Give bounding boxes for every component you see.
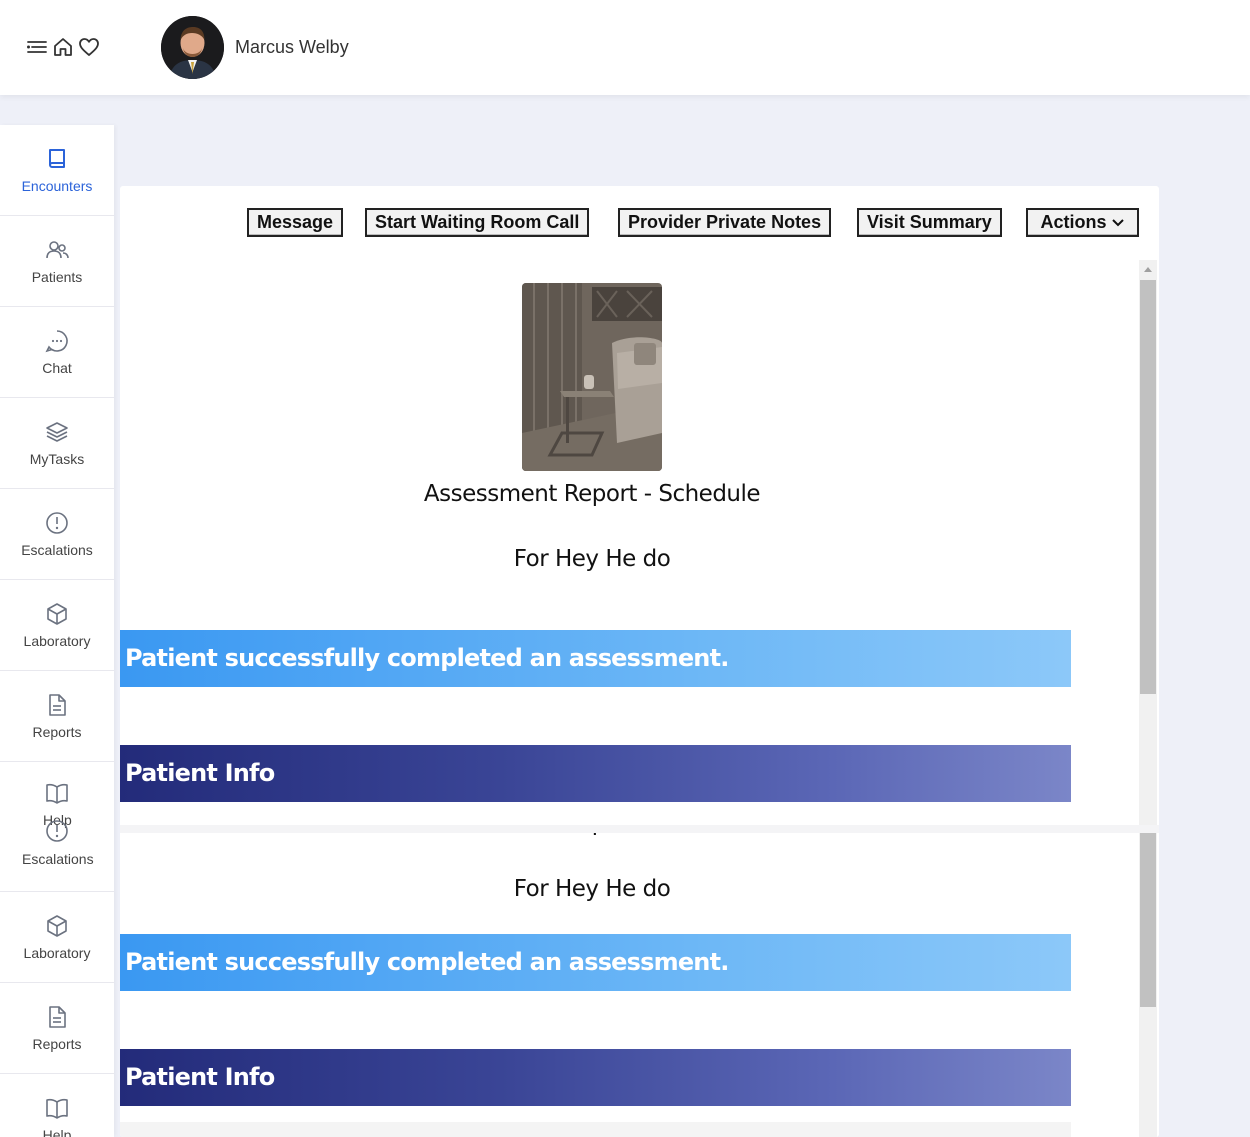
sidebar-item-label: Reports bbox=[32, 1036, 82, 1052]
sidebar-item-label: MyTasks bbox=[29, 451, 85, 467]
sidebar-item-label: Reports bbox=[32, 724, 82, 740]
message-button[interactable]: Message bbox=[247, 208, 344, 237]
patient-info-header: Patient Info bbox=[120, 745, 1071, 802]
clinic-room-image bbox=[522, 283, 662, 471]
menu-icon[interactable] bbox=[26, 36, 48, 58]
sidebar-item-label: Patients bbox=[31, 269, 83, 285]
open-book-icon bbox=[46, 1098, 68, 1119]
chat-bubble-icon bbox=[45, 330, 68, 353]
sidebar-item-chat[interactable]: Chat bbox=[0, 307, 114, 398]
sidebar-item-reports[interactable]: Reports bbox=[0, 671, 114, 762]
sidebar-item-label: Encounters bbox=[21, 178, 93, 194]
sidebar-item-label: Escalations bbox=[22, 851, 94, 867]
frame-scrollbar[interactable] bbox=[1139, 833, 1157, 1137]
patient-info-row bbox=[120, 1122, 1071, 1137]
encounter-panel: Message Start Waiting Room Call Provider… bbox=[120, 186, 1159, 1137]
sidebar-item-laboratory[interactable]: Laboratory bbox=[0, 892, 114, 983]
scrollbar-thumb[interactable] bbox=[1140, 280, 1156, 694]
sidebar-item-label: Laboratory bbox=[23, 945, 91, 961]
sidebar-item-label: Escalations bbox=[21, 542, 93, 558]
frame-scrollbar[interactable] bbox=[1139, 260, 1157, 825]
actions-dropdown[interactable]: Actions bbox=[1026, 208, 1139, 237]
scrollbar-thumb[interactable] bbox=[1140, 833, 1156, 1007]
open-book-icon bbox=[46, 783, 68, 804]
cube-icon bbox=[47, 915, 67, 937]
book-icon bbox=[49, 149, 65, 168]
report-title: Assessment Report - Schedule bbox=[423, 481, 761, 507]
sidebar-item-reports[interactable]: Reports bbox=[0, 983, 114, 1074]
assessment-status-banner: Patient successfully completed an assess… bbox=[120, 934, 1071, 991]
user-name[interactable]: Marcus Welby bbox=[235, 37, 349, 58]
sidebar-item-help[interactable]: Help Escalations bbox=[0, 762, 114, 892]
users-icon bbox=[46, 241, 69, 259]
sidebar-item-patients[interactable]: Patients bbox=[0, 216, 114, 307]
layers-icon bbox=[46, 422, 68, 442]
avatar[interactable] bbox=[161, 16, 224, 79]
scroll-up-arrow-icon[interactable] bbox=[1143, 265, 1153, 273]
sidebar-item-label: Help bbox=[42, 1127, 72, 1137]
sidebar-item-help[interactable]: Help bbox=[0, 1074, 114, 1137]
document-icon bbox=[49, 694, 66, 716]
sidebar-item-encounters[interactable]: Encounters bbox=[0, 125, 114, 216]
chevron-down-icon bbox=[1111, 219, 1124, 227]
alert-circle-icon bbox=[46, 512, 68, 534]
report-frame: Assessment Report - Schedule For Hey He … bbox=[120, 825, 1159, 1137]
report-subtitle: For Hey He do bbox=[513, 546, 671, 572]
action-toolbar: Message Start Waiting Room Call Provider… bbox=[120, 208, 1159, 238]
sidebar-item-mytasks[interactable]: MyTasks bbox=[0, 398, 114, 489]
actions-label: Actions bbox=[1040, 212, 1107, 232]
home-icon[interactable] bbox=[52, 36, 74, 58]
heart-icon[interactable] bbox=[78, 36, 100, 58]
provider-private-notes-button[interactable]: Provider Private Notes bbox=[618, 208, 832, 237]
patient-info-header: Patient Info bbox=[120, 1049, 1071, 1106]
report-frame: Assessment Report - Schedule For Hey He … bbox=[120, 260, 1159, 825]
document-icon bbox=[49, 1006, 66, 1028]
alert-circle-icon bbox=[46, 820, 68, 842]
sidebar-item-label: Chat bbox=[42, 360, 72, 376]
report-title: Assessment Report - Schedule bbox=[120, 833, 1064, 836]
report-subtitle: For Hey He do bbox=[513, 876, 671, 902]
sidebar-item-label: Laboratory bbox=[23, 633, 91, 649]
sidebar-nav: Encounters Patients Chat MyTasks Escalat… bbox=[0, 125, 114, 1137]
sidebar-item-laboratory[interactable]: Laboratory bbox=[0, 580, 114, 671]
report-scroll-area[interactable]: Assessment Report - Schedule For Hey He … bbox=[120, 260, 1159, 1137]
cube-icon bbox=[47, 603, 67, 625]
start-waiting-room-call-button[interactable]: Start Waiting Room Call bbox=[365, 208, 590, 237]
visit-summary-button[interactable]: Visit Summary bbox=[857, 208, 1002, 237]
top-bar: Marcus Welby bbox=[0, 0, 1250, 95]
sidebar-item-escalations[interactable]: Escalations bbox=[0, 489, 114, 580]
top-icon-group bbox=[26, 36, 100, 58]
assessment-status-banner: Patient successfully completed an assess… bbox=[120, 630, 1071, 687]
